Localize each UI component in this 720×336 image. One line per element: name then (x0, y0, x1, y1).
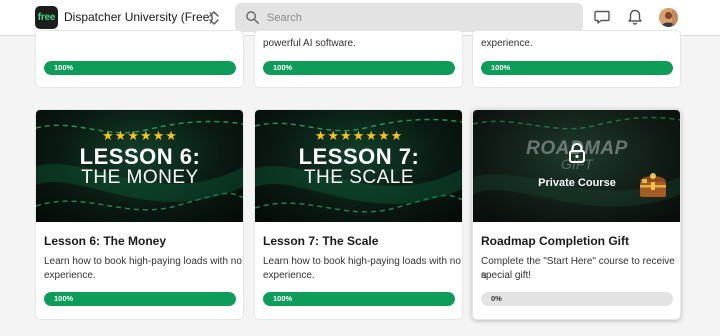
course-card-top-2[interactable]: powerful AI software. 100% (254, 30, 463, 88)
course-title[interactable]: Lesson 7: The Scale (263, 234, 378, 248)
progress-bar: 0% (481, 292, 673, 306)
chat-icon[interactable] (593, 8, 611, 26)
treasure-chest-icon (640, 173, 666, 197)
app-logo[interactable]: free (35, 6, 58, 29)
course-thumbnail[interactable]: ★★★★★★ LESSON 6: THE MONEY (36, 110, 243, 222)
progress-bar: 100% (263, 292, 455, 306)
progress-label: 100% (491, 63, 511, 72)
thumbnail-subheading: THE MONEY (81, 167, 199, 188)
progress-label: 100% (273, 294, 293, 303)
course-title[interactable]: Lesson 6: The Money (44, 234, 166, 248)
progress-label: 100% (54, 63, 74, 72)
course-thumbnail[interactable]: ★★★★★★★ LESSON 7: THE SCALE (255, 110, 462, 222)
thumbnail-subheading: THE SCALE (303, 167, 415, 188)
course-title[interactable]: Roadmap Completion Gift (481, 234, 629, 248)
bell-icon[interactable] (626, 8, 644, 26)
stars-rating: ★★★★★★★ (314, 128, 404, 143)
course-description-line-1: Learn how to book high-paying loads with… (263, 256, 461, 267)
progress-label: 100% (54, 294, 74, 303)
card-description: experience. (481, 38, 533, 49)
course-card-top-1[interactable]: 100% (35, 30, 244, 88)
course-description-line-1: Learn how to book high-paying loads with… (44, 256, 242, 267)
progress-bar: 100% (44, 61, 236, 75)
course-description-line-2: special gift! (481, 270, 532, 281)
course-card-roadmap-gift[interactable]: ROADMAP GIFT Private Course Roadmap Comp… (472, 109, 681, 320)
stars-rating: ★★★★★★ (102, 128, 178, 143)
progress-label: 100% (273, 63, 293, 72)
progress-bar: 100% (481, 61, 673, 75)
course-thumbnail[interactable]: ROADMAP GIFT Private Course (473, 110, 680, 222)
app-logo-text: free (37, 12, 56, 23)
chevron-updown-icon[interactable] (207, 9, 221, 27)
search-input[interactable] (267, 9, 567, 26)
progress-bar: 100% (44, 292, 236, 306)
lock-icon (569, 143, 585, 163)
course-card-lesson-6[interactable]: ★★★★★★ LESSON 6: THE MONEY Lesson 6: The… (35, 109, 244, 320)
avatar[interactable] (659, 8, 678, 27)
course-card-top-3[interactable]: experience. 100% (472, 30, 681, 88)
app-title[interactable]: Dispatcher University (Free) (64, 10, 213, 24)
search-bar[interactable] (235, 3, 583, 32)
progress-bar: 100% (263, 61, 455, 75)
progress-label: 0% (491, 294, 502, 303)
avatar-image (659, 8, 678, 27)
course-description-line-2: experience. (44, 270, 96, 281)
course-description-line-2: experience. (263, 270, 315, 281)
search-icon (246, 11, 259, 24)
course-card-lesson-7[interactable]: ★★★★★★★ LESSON 7: THE SCALE Lesson 7: Th… (254, 109, 463, 320)
card-description: powerful AI software. (263, 38, 356, 49)
